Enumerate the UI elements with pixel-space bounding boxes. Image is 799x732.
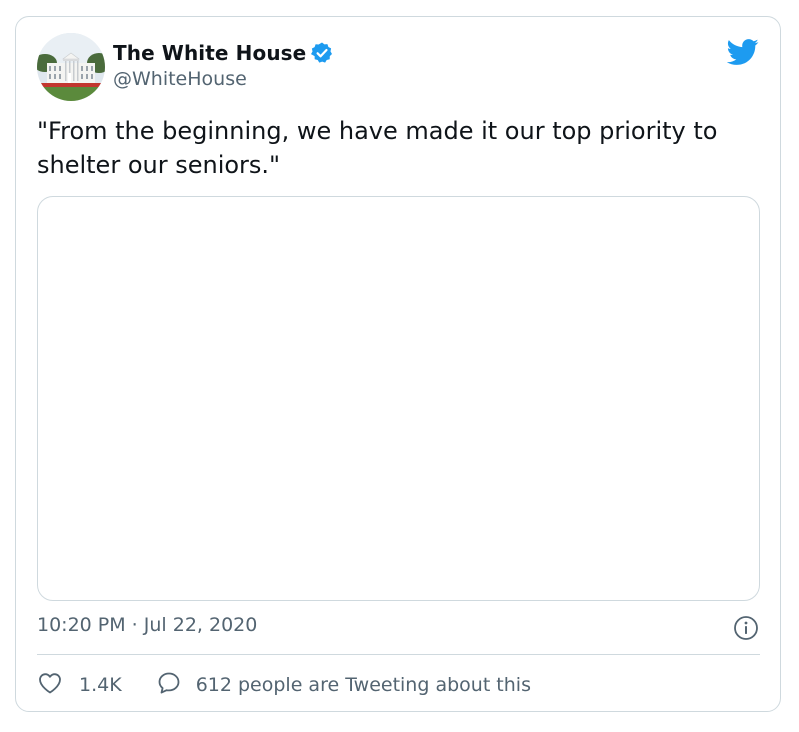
heart-icon	[37, 670, 63, 701]
tweet-actions: 1.4K 612 people are Tweeting about this	[37, 670, 531, 700]
author-handle[interactable]: @WhiteHouse	[113, 68, 247, 90]
verified-badge-icon	[310, 41, 334, 65]
tweet-timestamp[interactable]: 10:20 PM · Jul 22, 2020	[37, 614, 257, 636]
white-house-avatar-image	[37, 33, 105, 101]
author-name-row[interactable]: The White House	[113, 40, 334, 66]
like-button[interactable]: 1.4K	[37, 670, 122, 701]
media-placeholder[interactable]	[37, 196, 760, 601]
conversation-link[interactable]: 612 people are Tweeting about this	[156, 670, 531, 701]
tweet-text: "From the beginning, we have made it our…	[37, 117, 726, 179]
twitter-bird-icon[interactable]	[726, 36, 759, 68]
display-name[interactable]: The White House	[113, 41, 306, 65]
speech-bubble-icon	[156, 670, 182, 701]
info-icon[interactable]	[733, 615, 759, 641]
tweet-card[interactable]: The White House @WhiteHouse "From the be…	[15, 16, 781, 712]
divider	[37, 654, 760, 655]
conversation-text: 612 people are Tweeting about this	[195, 674, 531, 696]
like-count: 1.4K	[79, 674, 122, 696]
avatar[interactable]	[37, 33, 105, 101]
